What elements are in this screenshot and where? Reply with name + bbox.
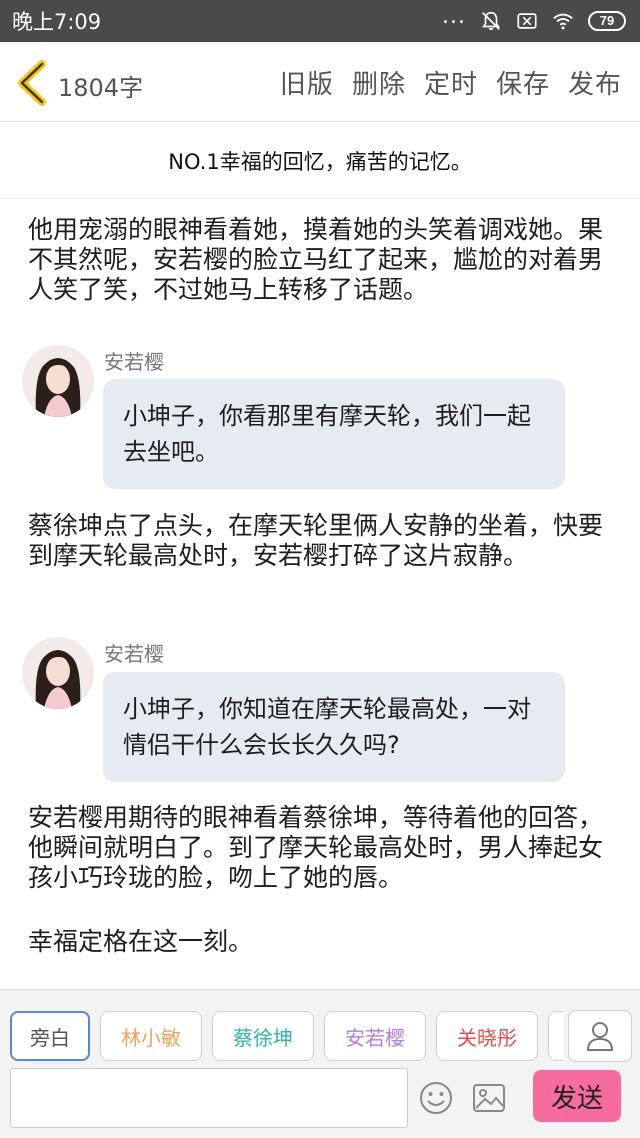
character-chip-partial[interactable] [548, 1011, 564, 1061]
avatar [22, 637, 94, 709]
send-button[interactable]: 发送 [533, 1070, 621, 1122]
text-input[interactable] [10, 1068, 408, 1128]
mute-icon [482, 11, 500, 31]
character-manage-button[interactable] [568, 1010, 632, 1062]
character-chip[interactable]: 林小敏 [100, 1011, 202, 1061]
character-name: 安若樱 [104, 642, 164, 666]
character-chip-label: 蔡徐坤 [233, 1025, 293, 1050]
avatar [22, 345, 94, 417]
character-chip[interactable]: 蔡徐坤 [212, 1011, 314, 1061]
status-bar: 晚上7:09 ... 79 [0, 0, 640, 42]
character-chip-label: 安若樱 [345, 1025, 405, 1050]
status-icons: ... 79 [442, 6, 626, 32]
emoji-icon[interactable] [418, 1080, 454, 1116]
story-content[interactable]: 他用宠溺的眼神看着她，摸着她的头笑着调戏她。果不其然呢，安若樱的脸立马红了起来，… [0, 199, 640, 989]
status-dots: ... [442, 4, 466, 29]
schedule-button[interactable]: 定时 [424, 64, 478, 101]
save-button[interactable]: 保存 [496, 64, 550, 101]
back-arrow-icon[interactable] [14, 60, 50, 106]
image-icon[interactable] [471, 1080, 507, 1116]
battery-icon: 79 [588, 11, 626, 31]
editor-toolbar: 1804字 旧版 删除 定时 保存 发布 [0, 42, 640, 122]
character-chip-label: 旁白 [30, 1025, 70, 1050]
wifi-icon [553, 13, 573, 30]
bottom-input-panel: 旁白 林小敏 蔡徐坤 安若樱 关晓彤 发送 [0, 989, 640, 1138]
narration-paragraph[interactable]: 幸福定格在这一刻。 [28, 927, 612, 957]
user-icon [586, 1022, 614, 1051]
chapter-title[interactable]: NO.1幸福的回忆，痛苦的记忆。 [0, 123, 640, 199]
dialogue-bubble[interactable]: 小坤子，你看那里有摩天轮，我们一起去坐吧。 [103, 379, 565, 489]
character-chip-label: 关晓彤 [457, 1025, 517, 1050]
character-chip[interactable]: 关晓彤 [436, 1011, 538, 1061]
narration-paragraph[interactable]: 他用宠溺的眼神看着她，摸着她的头笑着调戏她。果不其然呢，安若樱的脸立马红了起来，… [28, 215, 612, 305]
character-name: 安若樱 [104, 350, 164, 374]
avatar-portrait [22, 637, 94, 709]
dialogue-bubble[interactable]: 小坤子，你知道在摩天轮最高处，一对情侣干什么会长长久久吗? [103, 672, 565, 782]
avatar-portrait [22, 345, 94, 417]
narration-paragraph[interactable]: 蔡徐坤点了点头，在摩天轮里俩人安静的坐着，快要到摩天轮最高处时，安若樱打碎了这片… [28, 511, 612, 571]
narration-paragraph[interactable]: 安若樱用期待的眼神看着蔡徐坤，等待着他的回答，他瞬间就明白了。到了摩天轮最高处时… [28, 803, 612, 893]
word-count: 1804字 [58, 74, 144, 102]
toolbar-actions: 旧版 删除 定时 保存 发布 [280, 64, 622, 101]
delete-button[interactable]: 删除 [352, 64, 406, 101]
character-chip[interactable]: 安若樱 [324, 1011, 426, 1061]
old-version-button[interactable]: 旧版 [280, 64, 334, 101]
character-chip-label: 林小敏 [121, 1025, 181, 1050]
publish-button[interactable]: 发布 [568, 64, 622, 101]
status-time: 晚上7:09 [12, 10, 102, 34]
close-box-icon [517, 13, 537, 29]
character-chip-narrator[interactable]: 旁白 [10, 1011, 90, 1061]
